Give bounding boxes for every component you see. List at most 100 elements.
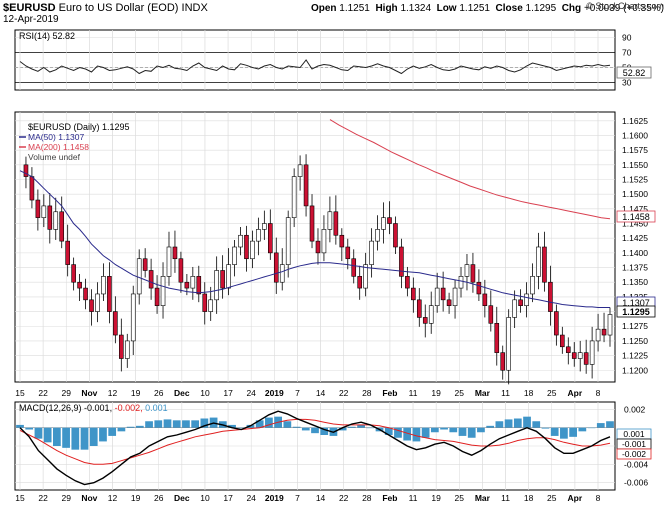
rsi-tick-label: 90 — [622, 33, 632, 43]
price-tick-label: 1.1275 — [622, 321, 648, 331]
x-tick-label: 24 — [246, 493, 256, 503]
x-tick-label: Apr — [568, 493, 583, 503]
candle-body — [351, 258, 357, 277]
x-tick-label: 18 — [524, 493, 534, 503]
candle-body — [309, 205, 315, 242]
x-tick-label: 24 — [246, 388, 256, 398]
volume-legend: Volume undef — [28, 152, 81, 162]
price-tick-label: 1.1525 — [622, 175, 648, 185]
price-tick-label: 1.1500 — [622, 189, 648, 199]
candle-body — [65, 240, 70, 265]
x-tick-label: 12 — [108, 388, 118, 398]
candle-body — [196, 276, 202, 295]
x-tick-label: 17 — [223, 388, 233, 398]
macd-histogram-bar — [80, 427, 89, 450]
macd-label-value: -0.001, — [84, 403, 112, 413]
price-tick-label: 1.1350 — [622, 277, 648, 287]
candle-body — [536, 246, 541, 277]
macd-histogram-bar — [569, 427, 577, 437]
candle-body — [53, 211, 59, 230]
candle-body — [220, 270, 225, 289]
x-tick-label: Mar — [475, 388, 491, 398]
candle-body — [291, 176, 297, 218]
price-tick-label: 1.1575 — [622, 145, 648, 155]
macd-histogram-bar — [458, 427, 467, 436]
macd-histogram-bar — [135, 425, 144, 428]
macd-histogram-bar — [43, 427, 52, 443]
price-tick-label: 1.1250 — [622, 336, 648, 346]
candle-body — [297, 164, 303, 177]
x-tick-label: 14 — [316, 493, 326, 503]
candle-body — [190, 276, 196, 289]
x-tick-label: 26 — [154, 388, 164, 398]
x-tick-label: 28 — [362, 493, 372, 503]
macd-histogram-bar — [117, 427, 126, 432]
candle-body — [238, 234, 243, 248]
x-tick-label: 19 — [431, 493, 441, 503]
x-tick-label: 12 — [108, 493, 118, 503]
candle-body — [35, 199, 41, 218]
x-tick-label: Mar — [475, 493, 491, 503]
candle-body — [250, 240, 255, 260]
ma200-badge-text: 1.1458 — [622, 212, 650, 222]
candle-body — [434, 287, 440, 306]
x-tick-label: Apr — [568, 388, 583, 398]
macd-tick-label: 0.002 — [624, 404, 646, 414]
candle-body — [148, 270, 154, 289]
x-tick-label: 29 — [62, 493, 72, 503]
x-tick-label: 29 — [62, 388, 72, 398]
candle-body — [542, 246, 547, 283]
macd-histogram-bar — [99, 427, 107, 442]
ma200-legend: MA(200) 1.1458 — [28, 142, 89, 152]
candle-body — [387, 217, 392, 224]
brand-label: © StockCharts.com — [586, 1, 664, 11]
x-tick-label: 8 — [596, 388, 601, 398]
candle-body — [428, 305, 434, 324]
macd-histogram-bar — [163, 419, 172, 428]
candle-body — [83, 287, 88, 301]
ma50-legend: MA(50) 1.1307 — [28, 132, 84, 142]
x-tick-label: 26 — [154, 493, 164, 503]
candle-body — [506, 317, 511, 371]
x-tick-label: Dec — [174, 493, 190, 503]
candle-body — [268, 223, 273, 254]
candle-body — [518, 299, 523, 306]
candle-body — [154, 287, 160, 306]
x-axis-bottom: 15 22 29 Nov 12 19 26 Dec 10 17 24 2019 7 14 22 28 Feb 11… — [15, 493, 600, 503]
macd-label-hist: 0.001 — [145, 403, 168, 413]
rsi-panel: 30507090 RSI(14) 52.82 — [14, 29, 632, 91]
candle-body — [124, 340, 130, 359]
macd-histogram-bar — [348, 426, 356, 428]
candle-body — [399, 246, 404, 277]
macd-histogram-bar — [292, 426, 301, 428]
candle-body — [512, 299, 517, 318]
x-tick-label: 14 — [316, 388, 326, 398]
price-panel: 1.12001.12251.12501.12751.13001.13251.13… — [14, 111, 648, 385]
macd-histogram-bar — [550, 427, 559, 436]
candle-body — [178, 258, 184, 283]
candle-body — [470, 264, 476, 283]
rsi-tick-label: 30 — [622, 78, 632, 88]
macd-histogram-bar — [34, 427, 43, 439]
candle-body — [494, 323, 500, 353]
candle-body — [136, 258, 142, 295]
stock-chart: © StockCharts.com 30507090 RSI(14) 52.82… — [14, 1, 664, 503]
candle-body — [458, 276, 464, 289]
macd-histogram-bar — [62, 427, 70, 448]
macd-histogram-bar — [578, 427, 587, 432]
macd-histogram-bar — [71, 427, 80, 450]
candle-body — [303, 164, 309, 207]
macd-histogram-bar — [191, 420, 200, 428]
candle-body — [77, 281, 82, 289]
candle-body — [339, 234, 345, 248]
candle-body — [405, 276, 410, 289]
candle-body — [565, 346, 571, 353]
macd-histogram-bar — [523, 416, 531, 428]
x-tick-label: Nov — [81, 388, 97, 398]
candle-body — [273, 252, 279, 283]
candle-body — [416, 299, 422, 318]
x-tick-label: 19 — [431, 388, 441, 398]
candle-body — [89, 299, 94, 312]
candle-body — [554, 311, 559, 336]
candle-body — [488, 305, 494, 324]
